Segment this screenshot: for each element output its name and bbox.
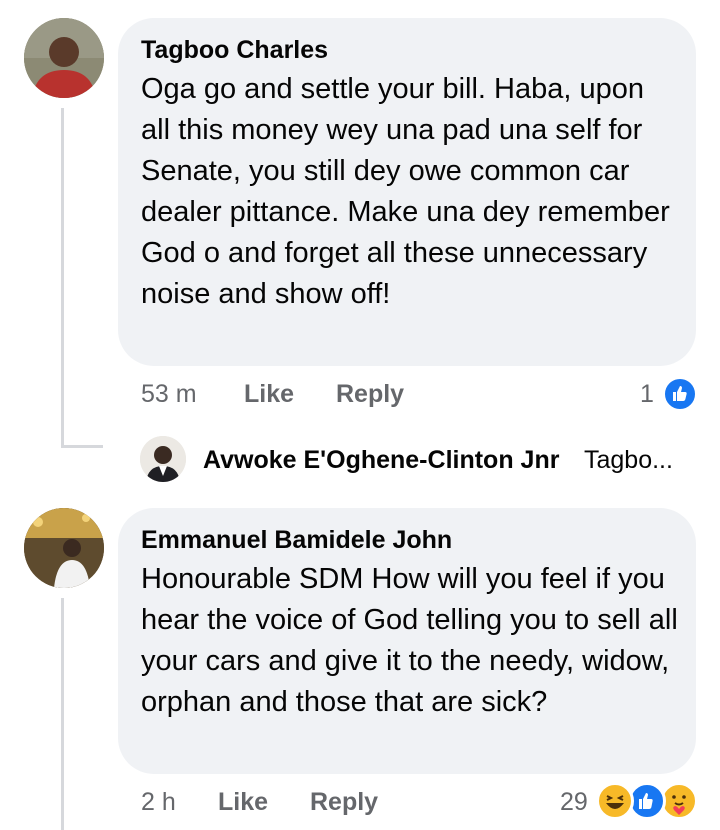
comment-author[interactable]: Tagboo Charles	[141, 36, 328, 65]
profile-photo-icon	[24, 508, 104, 588]
reply-button[interactable]: Reply	[310, 788, 378, 817]
reply-author[interactable]: Avwoke E'Oghene-Clinton Jnr	[203, 446, 559, 475]
hugging-face-icon	[672, 795, 686, 815]
like-button[interactable]: Like	[218, 788, 268, 817]
avatar-tagboo-charles[interactable]	[24, 18, 104, 98]
haha-reaction-icon	[596, 782, 634, 820]
reply-button[interactable]: Reply	[336, 380, 404, 409]
comment-text: Honourable SDM How will you feel if you …	[141, 563, 678, 718]
thumbs-up-icon	[639, 793, 653, 809]
reaction-count[interactable]: 1	[640, 380, 654, 409]
like-reaction-icon[interactable]	[662, 376, 698, 412]
comment-text: Oga go and settle your bill. Haba, upon …	[141, 73, 670, 310]
profile-photo-icon	[140, 436, 186, 482]
comment-timestamp[interactable]: 2 h	[141, 788, 176, 817]
thread-line	[61, 108, 64, 448]
reply-snippet[interactable]: Tagbo...	[584, 446, 673, 475]
laughing-face-icon	[606, 795, 624, 809]
avatar-emmanuel-bamidele-john[interactable]	[24, 508, 104, 588]
avatar-avwoke[interactable]	[140, 436, 186, 482]
like-button[interactable]: Like	[244, 380, 294, 409]
thumbs-up-icon	[673, 386, 687, 401]
reaction-icons[interactable]	[596, 782, 700, 822]
thread-connector	[61, 445, 103, 448]
profile-photo-icon	[24, 18, 104, 98]
comment-timestamp[interactable]: 53 m	[141, 380, 197, 409]
thread-line	[61, 598, 64, 830]
comment-author[interactable]: Emmanuel Bamidele John	[141, 526, 452, 555]
reaction-count[interactable]: 29	[560, 788, 588, 817]
